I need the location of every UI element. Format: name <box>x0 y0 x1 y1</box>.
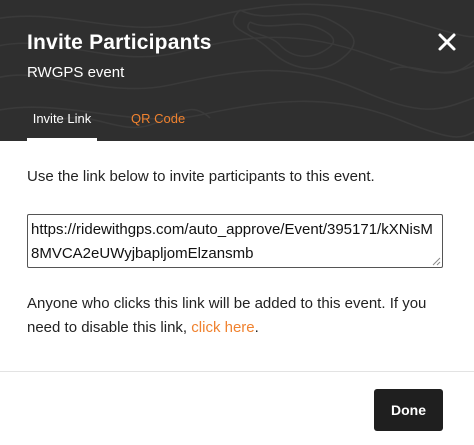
modal-subtitle: RWGPS event <box>27 64 125 81</box>
close-icon[interactable] <box>436 31 458 53</box>
tab-invite-link[interactable]: Invite Link <box>27 111 97 141</box>
invite-participants-modal: Invite Participants RWGPS event Invite L… <box>0 0 474 445</box>
done-button[interactable]: Done <box>374 389 443 431</box>
tab-qr-code[interactable]: QR Code <box>131 111 185 141</box>
invite-link-field[interactable]: https://ridewithgps.com/auto_approve/Eve… <box>27 214 443 268</box>
footer-divider <box>0 371 474 372</box>
modal-header: Invite Participants RWGPS event Invite L… <box>0 0 474 141</box>
notice-end: . <box>254 319 259 336</box>
intro-text: Use the link below to invite participant… <box>27 168 375 185</box>
disable-link[interactable]: click here <box>191 319 254 336</box>
notice-text: Anyone who clicks this link will be adde… <box>27 292 447 340</box>
modal-title: Invite Participants <box>27 31 212 54</box>
